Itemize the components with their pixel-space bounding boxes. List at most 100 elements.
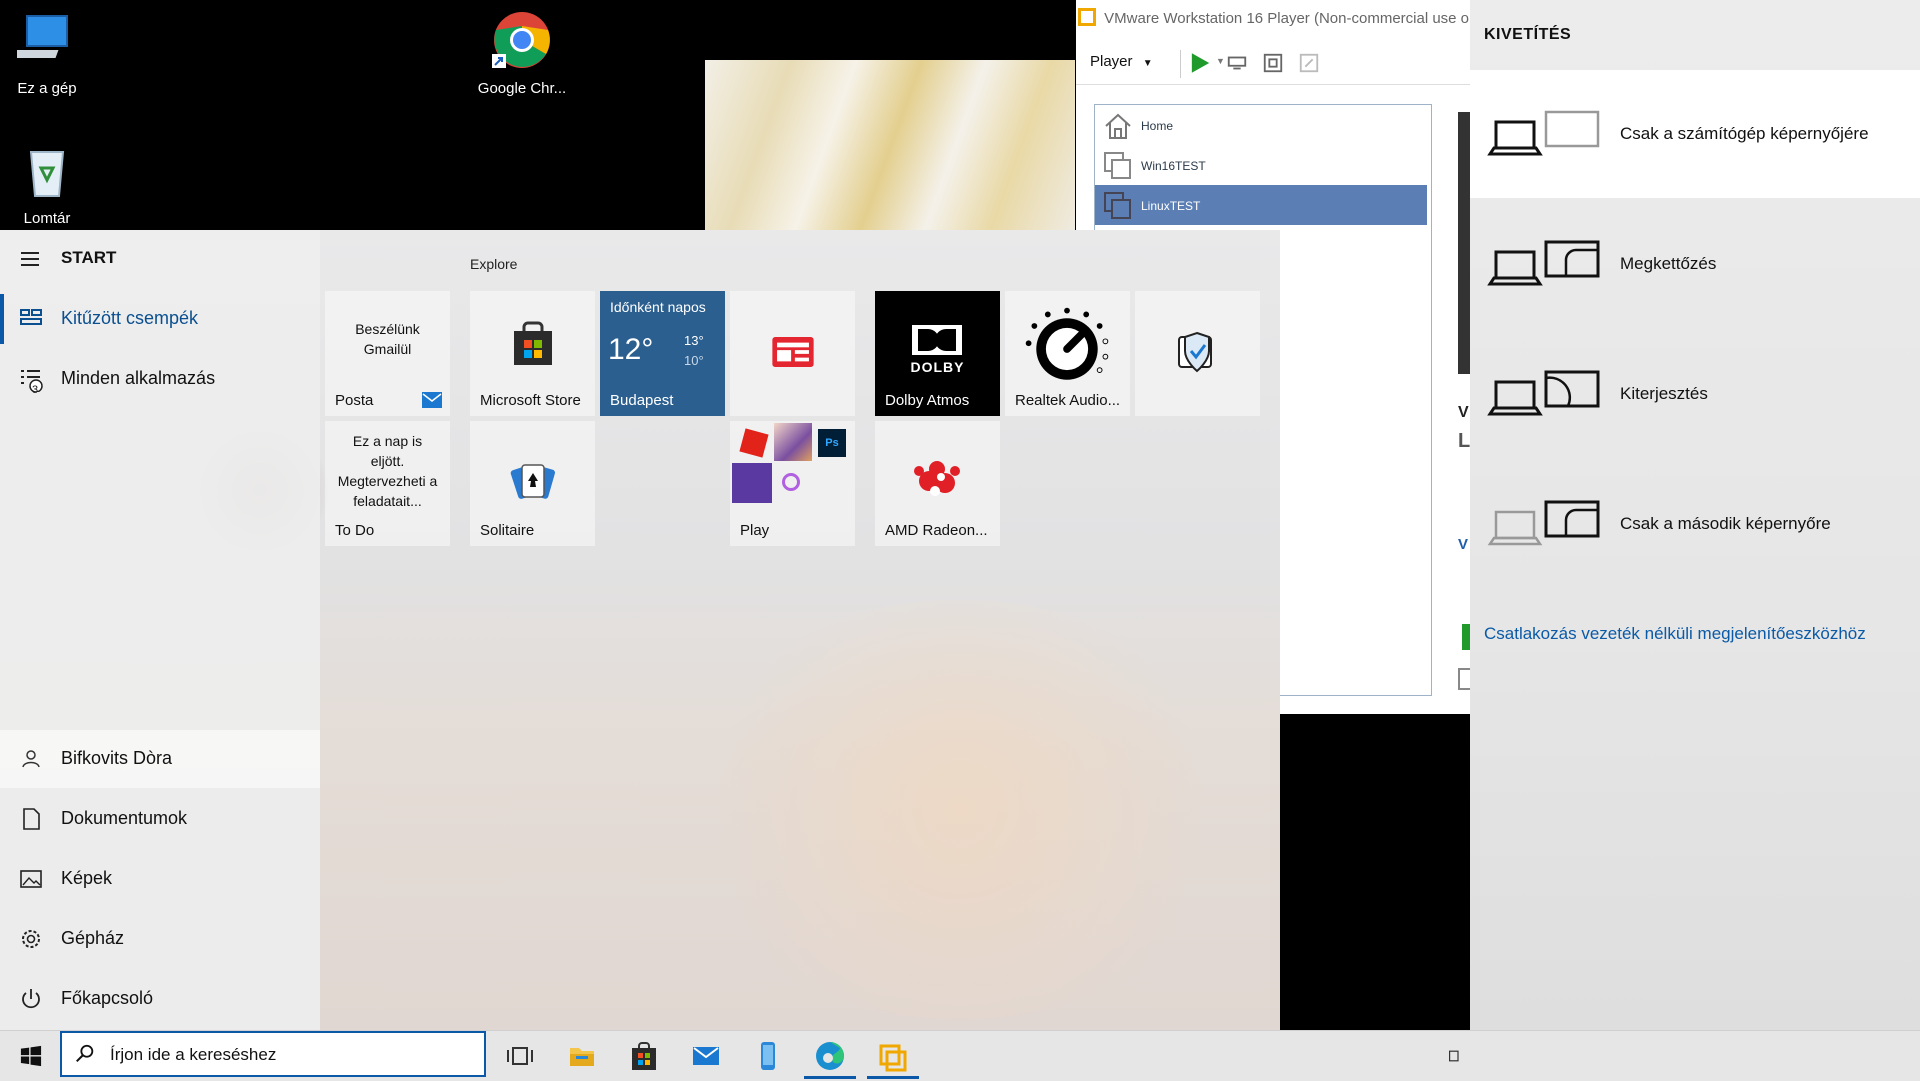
vmware-toolbar: Player ▼ ▼	[1076, 42, 1470, 85]
library-item-linuxtest[interactable]: LinuxTEST	[1095, 185, 1427, 225]
nav-pinned-tiles[interactable]: Kitűzött csempék	[0, 290, 320, 348]
taskbar-search-box[interactable]: Írjon ide a kereséshez	[60, 1031, 486, 1077]
option-label: Kiterjesztés	[1620, 384, 1708, 403]
windows-logo-icon	[20, 1045, 42, 1067]
play-icon	[1191, 53, 1210, 73]
connect-wireless-display-link[interactable]: Csatlakozás vezeték nélküli megjelenítőe…	[1484, 624, 1866, 644]
security-shield-icon	[1178, 331, 1212, 373]
search-placeholder: Írjon ide a kereséshez	[110, 1045, 277, 1064]
tile-to-do[interactable]: Ez a nap is eljött. Megtervezheti a fela…	[325, 421, 450, 546]
cards-icon	[510, 464, 555, 499]
document-icon	[23, 808, 40, 830]
microsoft-store-icon[interactable]	[624, 1036, 664, 1076]
project-pc-screen-only[interactable]: Csak a számítógép képernyőjére	[1470, 70, 1920, 198]
player-menu-label: Player	[1090, 53, 1133, 70]
tile-realtek-audio[interactable]: Realtek Audio...	[1005, 291, 1130, 416]
photoshop-icon: Ps	[818, 429, 846, 457]
news-icon	[772, 337, 814, 367]
file-explorer-icon[interactable]	[562, 1036, 602, 1076]
library-item-label: Home	[1141, 119, 1174, 133]
nav-pictures[interactable]: Képek	[0, 850, 320, 908]
task-view-icon[interactable]	[500, 1036, 540, 1076]
tile-mail[interactable]: Beszélünk Gmailül Posta	[325, 291, 450, 416]
virtual-machine-icon	[1104, 192, 1131, 219]
fullscreen-icon[interactable]	[1262, 52, 1284, 74]
project-second-screen-only[interactable]: Csak a második képernyőre	[1470, 460, 1920, 588]
power-icon	[22, 989, 40, 1009]
tile-news[interactable]	[730, 291, 855, 416]
nav-all-apps[interactable]: 3 Minden alkalmazás	[0, 350, 320, 408]
project-extend[interactable]: Kiterjesztés	[1470, 330, 1920, 458]
vmware-icon	[1078, 8, 1096, 26]
tile-microsoft-store[interactable]: Microsoft Store	[470, 291, 595, 416]
chrome-icon	[492, 12, 550, 68]
tile-name: AMD Radeon...	[885, 522, 988, 539]
edge-browser-icon[interactable]	[810, 1036, 850, 1076]
nav-label: Gépház	[61, 928, 125, 948]
picsart-icon	[782, 473, 800, 491]
nav-settings[interactable]: Gépház	[0, 910, 320, 968]
windows-start-button[interactable]	[20, 1045, 42, 1067]
user-name: Bifkovits Dòra	[61, 748, 173, 768]
panel-title: KIVETÍTÉS	[1484, 26, 1572, 43]
player-menu-button[interactable]: Player ▼	[1090, 53, 1153, 70]
desktop-icon-label: Ez a gép	[17, 80, 77, 97]
tile-weather[interactable]: Időnként napos 12° 13° 10° Budapest	[600, 291, 725, 416]
tile-live-text: Beszélünk Gmailül	[355, 321, 420, 357]
desktop-icon-google-chrome[interactable]: Google Chr...	[475, 10, 569, 97]
vm-peek-text: L	[1458, 430, 1471, 452]
weather-high: 13°	[684, 333, 704, 348]
option-label: Csak a második képernyőre	[1620, 514, 1831, 533]
roblox-icon	[739, 428, 769, 458]
tile-group-title: Explore	[470, 256, 518, 272]
picture-icon	[20, 870, 42, 888]
tile-solitaire[interactable]: Solitaire	[470, 421, 595, 546]
dolby-access-icon	[732, 463, 772, 503]
show-desktop-icon[interactable]	[1446, 1036, 1470, 1076]
game-avatar-icon	[774, 423, 812, 461]
user-icon	[22, 750, 40, 768]
computer-icon	[3, 15, 68, 58]
vm-preview-thumbnail	[1458, 112, 1470, 374]
library-item-home[interactable]: Home	[1095, 105, 1427, 145]
dolby-logo-text: DOLBY	[910, 359, 965, 375]
tile-amd-radeon[interactable]: AMD Radeon...	[875, 421, 1000, 546]
blur-glow	[680, 600, 1240, 1020]
nav-power[interactable]: Főkapcsoló	[0, 970, 320, 1028]
hamburger-menu-icon	[21, 252, 39, 266]
tile-play-folder[interactable]: Ps Play	[730, 421, 855, 546]
project-duplicate[interactable]: Megkettőzés	[1470, 200, 1920, 328]
vm-peek-settings-icon	[1458, 668, 1470, 690]
vmware-player-icon[interactable]	[873, 1036, 913, 1076]
tile-live-text: Ez a nap is eljött. Megtervezheti a fela…	[337, 433, 438, 509]
dolby-icon	[912, 325, 962, 355]
notification-badge: 3	[32, 384, 39, 396]
user-account-button[interactable]: Bifkovits Dòra	[0, 730, 320, 788]
weather-condition: Időnként napos	[610, 299, 706, 315]
library-item-win16test[interactable]: Win16TEST	[1095, 145, 1427, 185]
power-on-button[interactable]	[1168, 50, 1220, 76]
tile-dolby-atmos[interactable]: DOLBY Dolby Atmos	[875, 291, 1000, 416]
send-keys-icon[interactable]	[1226, 52, 1248, 74]
chevron-down-icon[interactable]: ▼	[1216, 56, 1225, 66]
virtual-machine-icon	[1104, 152, 1131, 179]
nav-label: Dokumentumok	[61, 808, 188, 828]
store-icon	[514, 321, 552, 365]
chevron-down-icon: ▼	[1142, 58, 1153, 69]
list-icon	[21, 370, 43, 392]
tile-name: Solitaire	[480, 522, 535, 539]
start-header-label: START	[61, 248, 117, 267]
desktop-icon-recycle-bin[interactable]: Lomtár	[0, 140, 94, 227]
start-header-button[interactable]: START	[0, 230, 320, 288]
unity-icon[interactable]	[1298, 52, 1320, 74]
desktop-icon-this-pc[interactable]: Ez a gép	[0, 10, 94, 97]
mail-icon[interactable]	[686, 1036, 726, 1076]
tile-security-app[interactable]	[1135, 291, 1260, 416]
weather-low: 10°	[684, 353, 704, 368]
start-menu-sidebar: START Kitűzött csempék 3 Minden alkalmaz…	[0, 230, 320, 1030]
vm-peek-play-icon	[1462, 624, 1470, 650]
nav-documents[interactable]: Dokumentumok	[0, 790, 320, 848]
home-icon	[1105, 113, 1131, 139]
desktop-icon-label: Lomtár	[23, 210, 71, 227]
phone-link-icon[interactable]	[748, 1036, 788, 1076]
